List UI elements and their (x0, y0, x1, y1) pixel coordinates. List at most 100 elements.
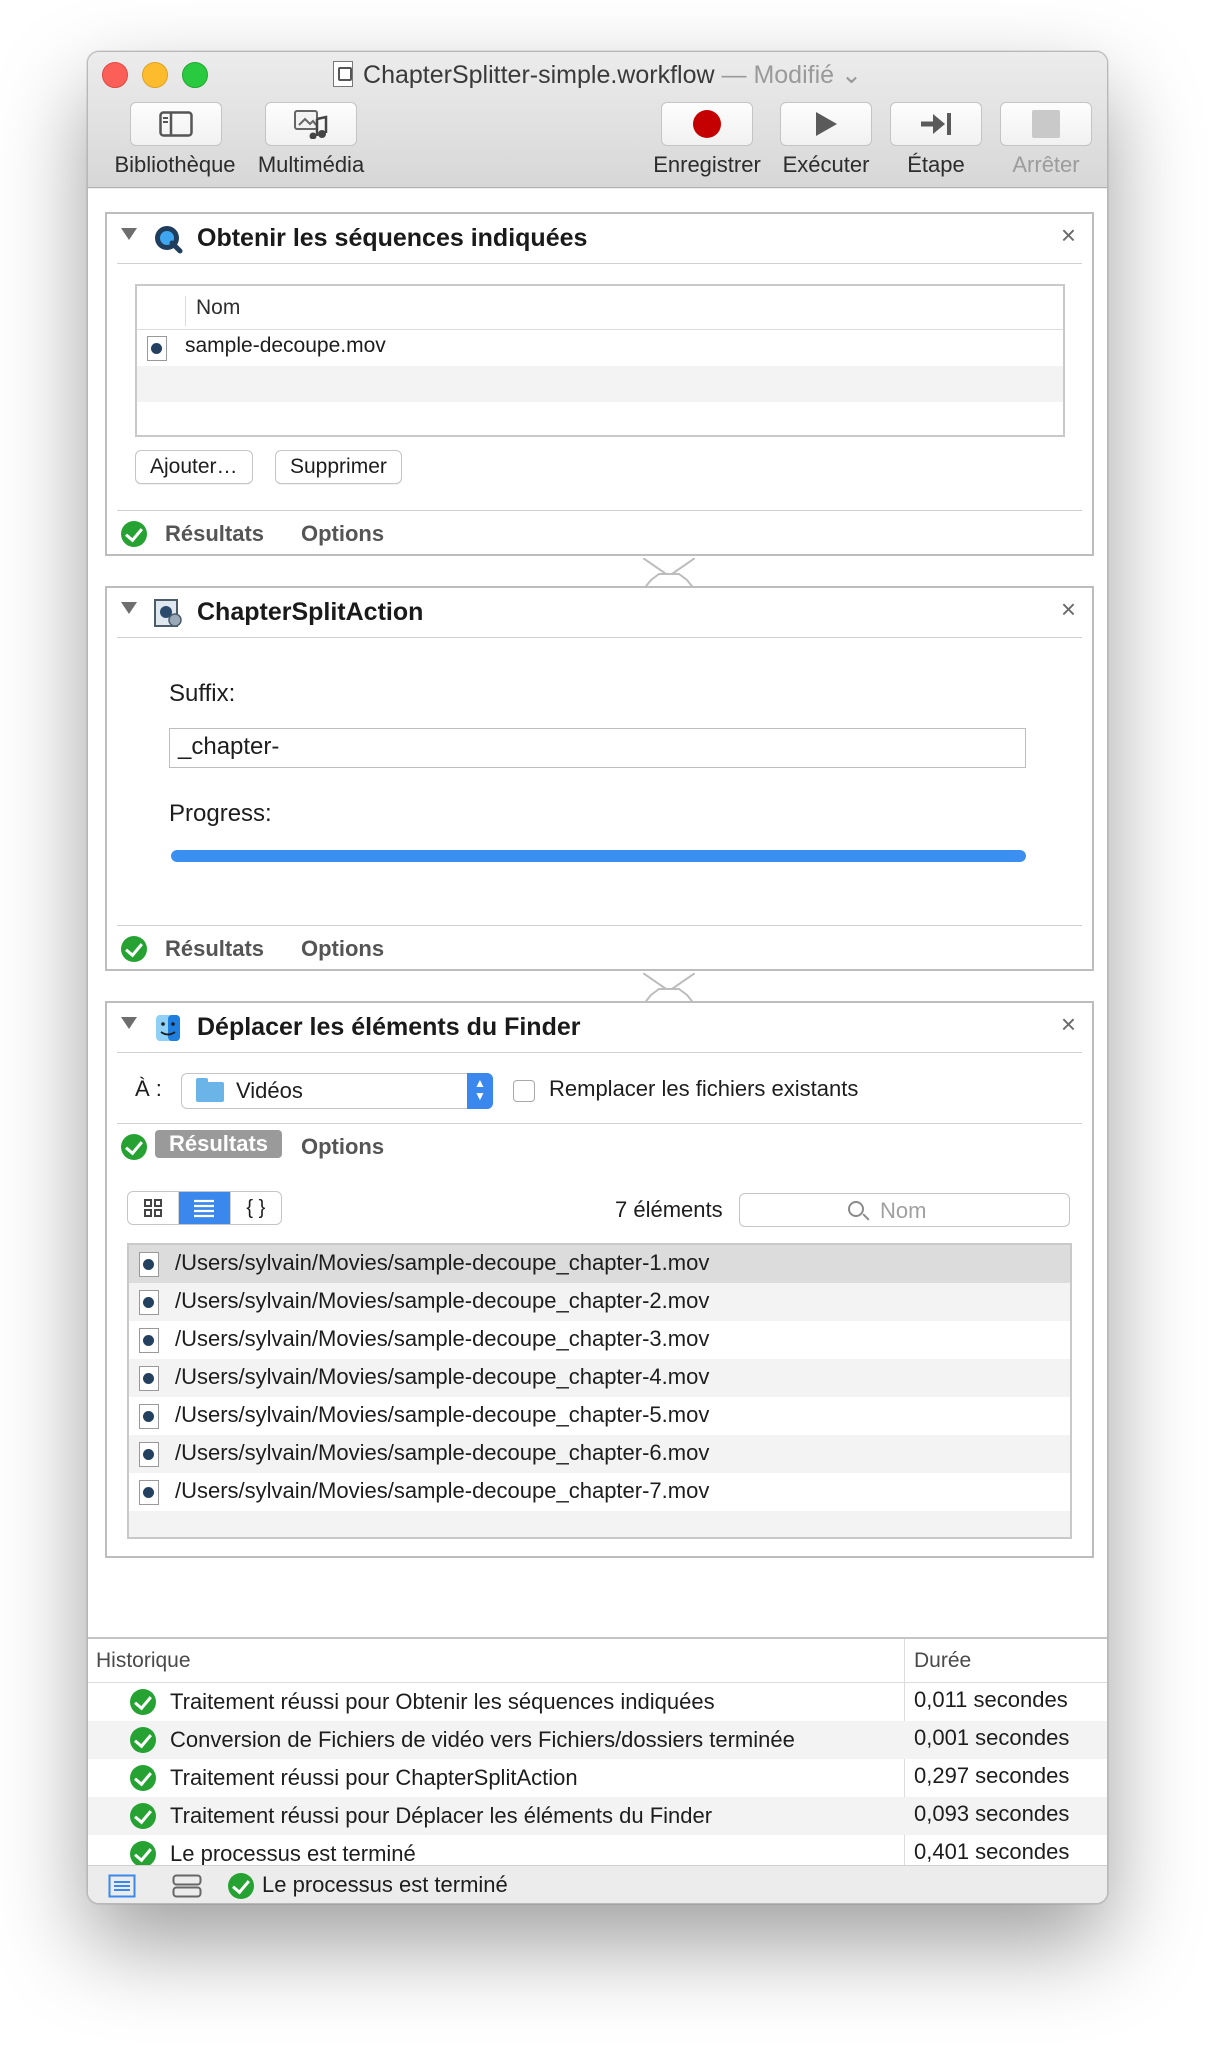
log-row[interactable]: Conversion de Fichiers de vidéo vers Fic… (88, 1721, 1107, 1759)
popup-arrows-icon: ▲ ▼ (467, 1073, 493, 1109)
close-action-icon[interactable]: × (1061, 596, 1076, 622)
action-title: Déplacer les éléments du Finder (197, 1013, 581, 1041)
folder-icon (196, 1078, 224, 1102)
action-footer: Résultats Options (117, 925, 1082, 971)
result-path: /Users/sylvain/Movies/sample-decoupe_cha… (175, 1478, 710, 1503)
action-tabs: Résultats Options (117, 1123, 1082, 1169)
list-item[interactable]: /Users/sylvain/Movies/sample-decoupe_cha… (129, 1283, 1070, 1321)
close-action-icon[interactable]: × (1061, 222, 1076, 248)
table-header: Nom (137, 286, 1063, 330)
movie-file-icon (139, 1366, 159, 1391)
record-button[interactable] (661, 102, 753, 146)
log-message: Traitement réussi pour Déplacer les élém… (170, 1803, 713, 1828)
log-view-icon[interactable] (108, 1874, 136, 1898)
table-row[interactable]: sample-decoupe.mov (137, 330, 1063, 366)
add-button[interactable]: Ajouter… (135, 450, 253, 484)
modified-label: — Modifié (721, 61, 835, 89)
list-item[interactable]: /Users/sylvain/Movies/sample-decoupe_cha… (129, 1245, 1070, 1283)
action-chapter-split: ChapterSplitAction × Suffix: _chapter- P… (105, 586, 1094, 971)
stop-button[interactable] (1000, 102, 1092, 146)
log-row[interactable]: Traitement réussi pour Obtenir les séque… (88, 1683, 1107, 1721)
remove-button[interactable]: Supprimer (275, 450, 402, 484)
column-header-duration[interactable]: Durée (914, 1649, 971, 1673)
sidebar-icon (159, 111, 193, 137)
stop-label: Arrêter (1012, 152, 1080, 177)
success-check-icon (130, 1727, 156, 1753)
movie-file-icon (139, 1480, 159, 1505)
list-item[interactable]: /Users/sylvain/Movies/sample-decoupe_cha… (129, 1473, 1070, 1511)
automator-action-icon (154, 599, 182, 627)
library-label: Bibliothèque (114, 152, 236, 177)
log-message: Conversion de Fichiers de vidéo vers Fic… (170, 1727, 795, 1752)
destination-popup[interactable]: Vidéos ▲ ▼ (181, 1073, 493, 1109)
search-placeholder: Nom (880, 1198, 927, 1223)
results-tab[interactable]: Résultats (165, 936, 264, 962)
replace-checkbox[interactable] (513, 1080, 535, 1102)
action-header: Déplacer les éléments du Finder × (117, 1003, 1082, 1053)
action-title: ChapterSplitAction (197, 598, 424, 626)
window-title-text: ChapterSplitter-simple.workflow (363, 61, 715, 89)
destination-value: Vidéos (236, 1078, 303, 1103)
list-item-empty (129, 1511, 1070, 1537)
quicktime-icon (155, 226, 183, 254)
progress-label: Progress: (169, 800, 272, 827)
icon-view-icon[interactable] (128, 1192, 180, 1224)
success-check-icon (121, 936, 147, 962)
options-tab[interactable]: Options (301, 521, 384, 547)
list-item[interactable]: /Users/sylvain/Movies/sample-decoupe_cha… (129, 1435, 1070, 1473)
table-row-empty (137, 366, 1063, 402)
code-view-icon[interactable]: { } (231, 1192, 281, 1224)
view-mode-control: { } (127, 1191, 282, 1225)
run-button[interactable] (780, 102, 872, 146)
item-count: 7 éléments (615, 1197, 723, 1222)
finder-icon (156, 1015, 180, 1041)
variables-view-icon[interactable] (172, 1874, 202, 1898)
suffix-field[interactable]: _chapter- (169, 728, 1026, 768)
stop-icon (1032, 110, 1060, 138)
log-pane: Historique Durée Traitement réussi pour … (88, 1637, 1107, 1903)
options-tab[interactable]: Options (301, 936, 384, 962)
list-view-icon[interactable] (179, 1192, 231, 1224)
success-check-icon (130, 1803, 156, 1829)
progress-bar (171, 850, 1026, 862)
log-row[interactable]: Traitement réussi pour ChapterSplitActio… (88, 1759, 1107, 1797)
workflow-document-icon (333, 61, 354, 87)
log-row[interactable]: Traitement réussi pour Déplacer les élém… (88, 1797, 1107, 1835)
results-search[interactable]: Nom (739, 1193, 1070, 1227)
chevron-down-icon: ⌄ (841, 61, 862, 89)
replace-label: Remplacer les fichiers existants (549, 1076, 859, 1101)
disclosure-triangle-icon[interactable] (121, 602, 137, 614)
column-header-name[interactable]: Nom (185, 296, 240, 326)
log-message: Le processus est terminé (170, 1841, 416, 1866)
window-title: ChapterSplitter-simple.workflow — Modifi… (88, 60, 1107, 90)
media-button[interactable] (265, 102, 357, 146)
media-icon (294, 110, 328, 139)
result-path: /Users/sylvain/Movies/sample-decoupe_cha… (175, 1326, 710, 1351)
modified-indicator[interactable]: — Modifié ⌄ (722, 61, 862, 89)
toolbar: ChapterSplitter-simple.workflow — Modifi… (88, 52, 1107, 188)
library-button[interactable] (130, 102, 222, 146)
movie-file-icon (139, 1404, 159, 1429)
disclosure-triangle-icon[interactable] (121, 1017, 137, 1029)
movie-file-icon (139, 1252, 159, 1277)
step-icon (921, 113, 951, 135)
status-message: Le processus est terminé (262, 1872, 508, 1897)
results-tab[interactable]: Résultats (155, 1130, 283, 1158)
column-header-history[interactable]: Historique (96, 1649, 191, 1673)
log-duration: 0,011 secondes (914, 1687, 1068, 1712)
success-check-icon (130, 1841, 156, 1867)
list-item[interactable]: /Users/sylvain/Movies/sample-decoupe_cha… (129, 1397, 1070, 1435)
list-item[interactable]: /Users/sylvain/Movies/sample-decoupe_cha… (129, 1321, 1070, 1359)
log-duration: 0,001 secondes (914, 1725, 1070, 1750)
results-list: /Users/sylvain/Movies/sample-decoupe_cha… (127, 1243, 1072, 1539)
close-action-icon[interactable]: × (1061, 1011, 1076, 1037)
results-tab[interactable]: Résultats (165, 521, 264, 547)
success-check-icon (121, 521, 147, 547)
suffix-label: Suffix: (169, 680, 236, 707)
search-icon (848, 1201, 864, 1217)
options-tab[interactable]: Options (301, 1134, 384, 1160)
list-item[interactable]: /Users/sylvain/Movies/sample-decoupe_cha… (129, 1359, 1070, 1397)
media-label: Multimédia (257, 152, 365, 177)
disclosure-triangle-icon[interactable] (121, 228, 137, 240)
step-button[interactable] (890, 102, 982, 146)
